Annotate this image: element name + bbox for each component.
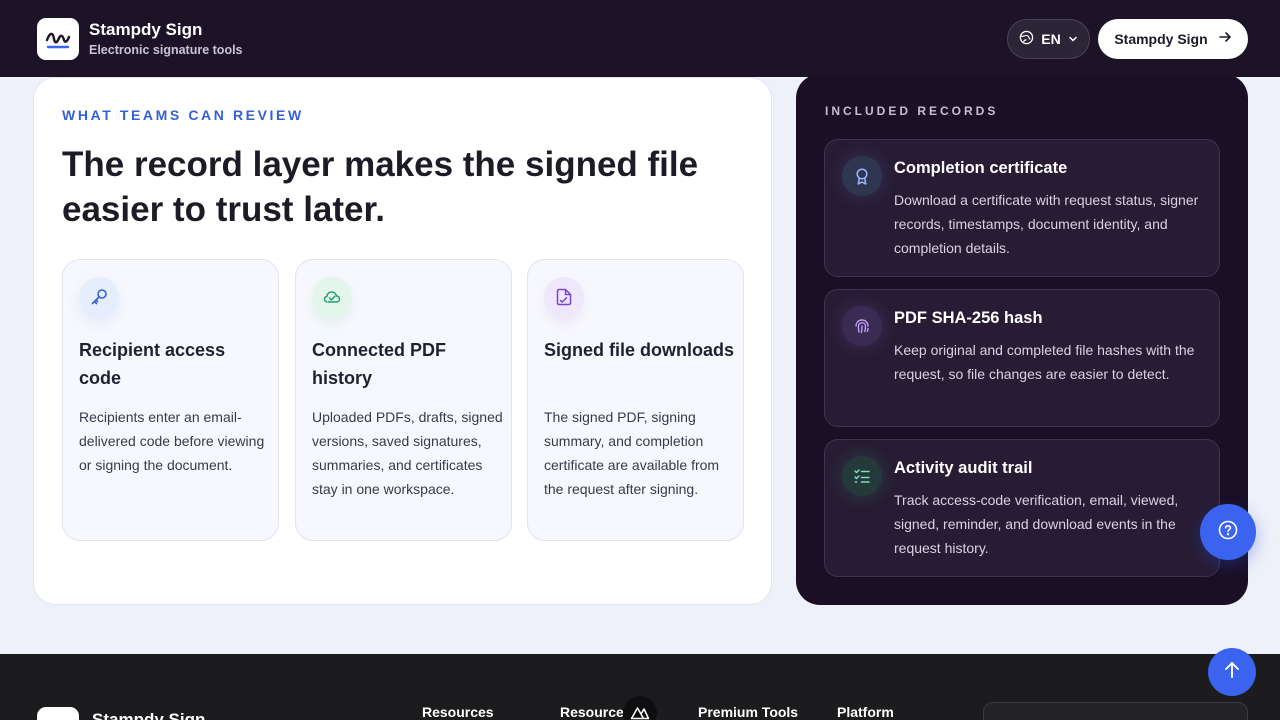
feature-card-pdf-history: Connected PDF history Uploaded PDFs, dra… [295, 259, 512, 541]
record-title: Activity audit trail [894, 459, 1033, 477]
footer-logo-icon [37, 707, 79, 720]
feature-description: Uploaded PDFs, drafts, signed versions, … [312, 409, 503, 497]
records-eyebrow: INCLUDED RECORDS [825, 104, 999, 118]
review-eyebrow: WHAT TEAMS CAN REVIEW [62, 107, 304, 123]
language-code: EN [1041, 30, 1061, 47]
award-icon [842, 156, 882, 196]
record-completion-certificate: Completion certificate Download a certif… [824, 139, 1220, 277]
brand-link[interactable]: Stampdy Sign Electronic signature tools [37, 17, 243, 60]
record-description: Track access-code verification, email, v… [894, 492, 1179, 556]
footer-signup-box[interactable] [983, 702, 1248, 720]
feature-card-signed-downloads: Signed file downloads The signed PDF, si… [527, 259, 744, 541]
brand-name: Stampdy Sign [89, 20, 203, 39]
feature-card-access-code: Recipient access code Recipients enter a… [62, 259, 279, 541]
globe-icon [1019, 30, 1034, 48]
help-button[interactable] [1200, 504, 1256, 560]
feature-title: Recipient access code [79, 340, 226, 388]
footer-brand-name: Stampdy Sign [92, 710, 206, 720]
record-title: Completion certificate [894, 159, 1068, 177]
key-icon [79, 277, 119, 317]
feature-title: Connected PDF history [312, 340, 447, 388]
site-header: Stampdy Sign Electronic signature tools … [0, 0, 1280, 77]
feature-description: The signed PDF, signing summary, and com… [544, 409, 720, 497]
record-audit-trail: Activity audit trail Track access-code v… [824, 439, 1220, 577]
list-checks-icon [842, 456, 882, 496]
help-circle-icon [1217, 519, 1239, 546]
nuxt-logo-icon [623, 696, 657, 720]
record-title: PDF SHA-256 hash [894, 309, 1043, 327]
footer-column-resource[interactable]: Resource [560, 704, 624, 720]
record-description: Keep original and completed file hashes … [894, 342, 1195, 382]
language-selector[interactable]: EN [1007, 18, 1090, 59]
open-app-button[interactable]: Stampdy Sign [1098, 18, 1248, 59]
cta-label: Stampdy Sign [1114, 30, 1208, 47]
record-pdf-hash: PDF SHA-256 hash Keep original and compl… [824, 289, 1220, 427]
cloud-check-icon [312, 277, 352, 317]
arrow-up-icon [1221, 659, 1243, 686]
fingerprint-icon [842, 306, 882, 346]
footer-column-platform[interactable]: Platform [837, 704, 894, 720]
footer-column-premium-tools[interactable]: Premium Tools [698, 704, 798, 720]
scroll-to-top-button[interactable] [1208, 648, 1256, 696]
brand-tagline: Electronic signature tools [89, 43, 243, 57]
review-card: WHAT TEAMS CAN REVIEW The record layer m… [33, 77, 772, 605]
feature-description: Recipients enter an email-delivered code… [79, 409, 265, 473]
feature-title: Signed file downloads [544, 340, 735, 360]
site-footer: Stampdy Sign Resources Resource Premium … [0, 654, 1280, 720]
record-description: Download a certificate with request stat… [894, 192, 1199, 256]
review-headline: The record layer makes the signed file e… [62, 145, 699, 229]
chevron-down-icon [1068, 31, 1078, 47]
footer-column-resources[interactable]: Resources [422, 704, 494, 720]
arrow-right-icon [1218, 30, 1232, 47]
signature-logo-icon [37, 17, 79, 60]
included-records-card: INCLUDED RECORDS Completion certificate … [796, 74, 1248, 605]
file-signature-icon [544, 277, 584, 317]
